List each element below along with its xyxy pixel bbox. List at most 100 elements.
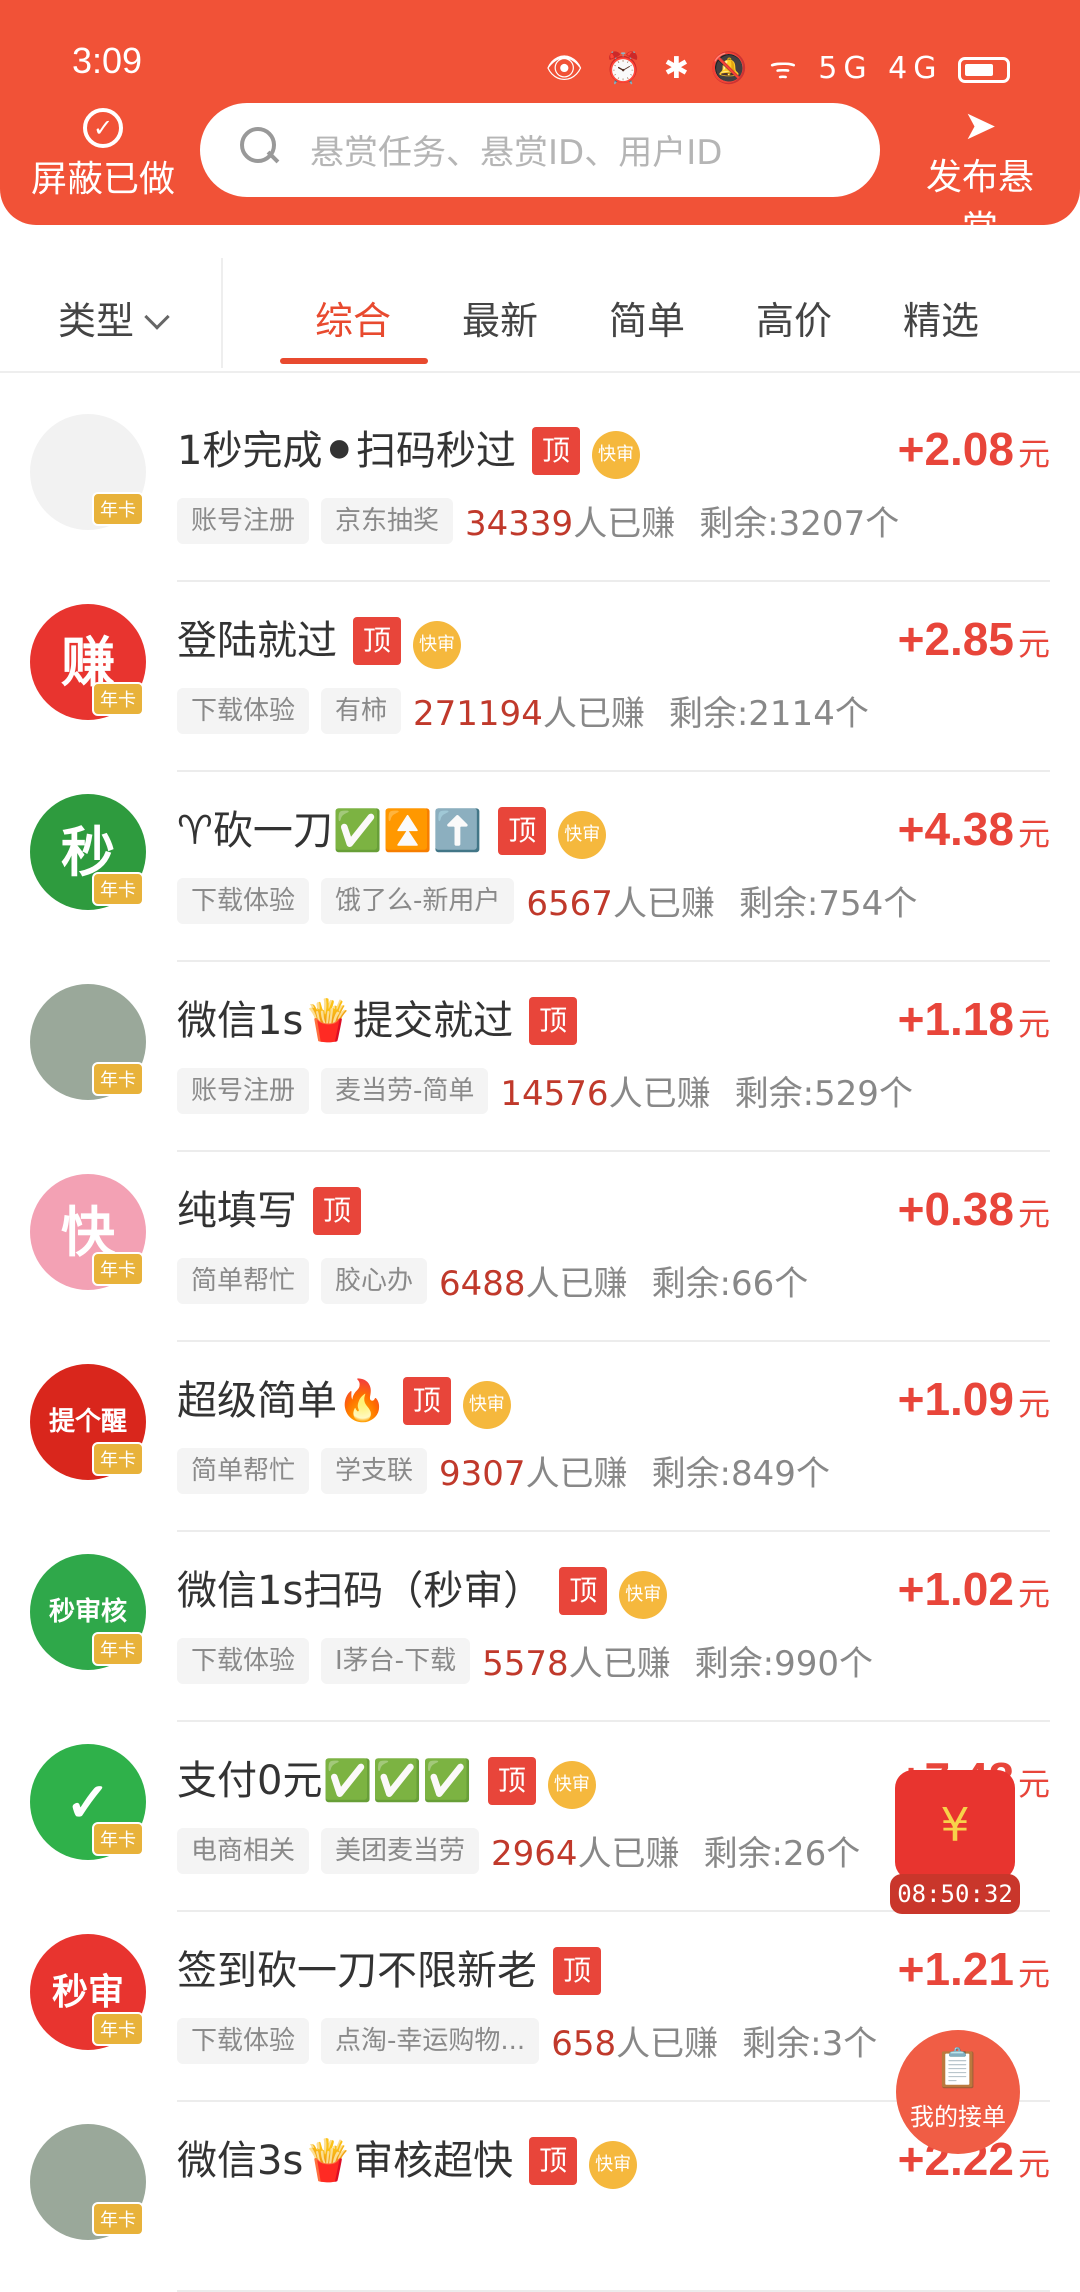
task-meta: 下载体验 有柿 271194人已赚 剩余:2114个 xyxy=(177,686,869,735)
my-orders-button[interactable]: 📋 我的接单 xyxy=(896,2030,1020,2154)
task-row[interactable]: 秒审核 年卡 微信1s扫码（秒审） 顶快审 +1.02 元 下载体验 I茅台-下载 55… xyxy=(0,1532,1080,1722)
task-title-text: 签到砍一刀不限新老 xyxy=(177,1948,537,1994)
tab-featured[interactable]: 精选 xyxy=(903,290,979,345)
task-row[interactable]: 快 年卡 纯填写顶 +0.38 元 简单帮忙 胶心办 6488人已赚 剩余:66个 xyxy=(0,1152,1080,1342)
remaining-count: 剩余:849个 xyxy=(652,1454,830,1494)
earned-count: 2964人已赚 xyxy=(491,1834,680,1874)
category-chip: 下载体验 xyxy=(177,687,310,734)
remain-prefix: 剩余: xyxy=(742,2024,822,2064)
task-row[interactable]: 年卡 微信1s🍟提交就过顶 +1.18 元 账号注册 麦当劳-简单 14576人已赚剩… xyxy=(0,962,1080,1152)
pinned-badge: 顶 xyxy=(313,1187,361,1235)
reward-amount: +0.38 xyxy=(897,1183,1014,1235)
fast-review-badge: 快审 xyxy=(413,621,461,669)
task-title-text: 纯填写 xyxy=(177,1188,297,1234)
fast-review-badge: 快审 xyxy=(462,1381,511,1429)
category-chip: 账号注册 xyxy=(177,1067,310,1114)
remain-number: 3 xyxy=(821,2024,844,2064)
remain-prefix: 剩余: xyxy=(668,694,749,734)
app-chip: 美团麦当劳 xyxy=(321,1827,480,1874)
avatar-text: 秒审 xyxy=(51,1971,124,2013)
annual-card-badge: 年卡 xyxy=(92,492,144,526)
remain-prefix: 剩余: xyxy=(699,504,779,544)
currency-unit: 元 xyxy=(1017,1006,1050,1042)
remain-prefix: 剩余: xyxy=(734,1074,815,1114)
remaining-count: 剩余:26个 xyxy=(704,1834,861,1874)
check-circle-icon: ✓ xyxy=(83,108,123,148)
annual-card-badge: 年卡 xyxy=(92,2202,144,2236)
top-header: 3:09 👁 ⏰ ✱ 🔕 ᯤ 5G 4G ✓ 屏蔽已做 悬赏任务、悬赏ID、用户… xyxy=(0,0,1080,250)
task-title: 微信1s扫码（秒审） 顶快审 xyxy=(177,1558,668,1619)
currency-unit: 元 xyxy=(1017,1766,1050,1802)
task-title-text: 1秒完成⚫扫码秒过 xyxy=(177,428,516,474)
remain-suffix: 个 xyxy=(838,1644,873,1684)
currency-unit: 元 xyxy=(1017,2146,1050,2182)
status-icon-group: 👁 ⏰ ✱ 🔕 ᯤ 5G 4G xyxy=(545,51,943,86)
earned-suffix: 人已赚 xyxy=(577,1834,680,1874)
category-chip: 简单帮忙 xyxy=(177,1447,310,1494)
earned-number: 5578 xyxy=(482,1644,569,1684)
currency-unit: 元 xyxy=(1017,1196,1050,1232)
currency-unit: 元 xyxy=(1017,1956,1050,1992)
earned-number: 34339 xyxy=(465,504,574,544)
my-orders-label: 我的接单 xyxy=(910,2103,1006,2131)
active-tab-underline xyxy=(280,358,428,364)
earned-count: 6488人已赚 xyxy=(439,1264,628,1304)
task-reward: +1.09 元 xyxy=(898,1372,1050,1426)
tab-latest[interactable]: 最新 xyxy=(462,290,538,345)
task-row[interactable]: 秒 年卡 ♈砍一刀✅⏫⬆️ 顶快审 +4.38 元 下载体验 饿了么-新用户 6567人… xyxy=(0,772,1080,962)
pinned-badge: 顶 xyxy=(529,997,578,1045)
app-chip: 学支联 xyxy=(321,1447,428,1494)
remain-suffix: 个 xyxy=(826,1834,861,1874)
task-title-text: 超级简单🔥 xyxy=(177,1378,387,1424)
earned-number: 271194 xyxy=(413,694,543,734)
task-title-text: 微信3s🍟审核超快 xyxy=(177,2138,514,2184)
tab-high-price[interactable]: 高价 xyxy=(756,290,832,345)
task-title: 签到砍一刀不限新老顶 xyxy=(177,1938,601,1996)
task-row[interactable]: 赚 年卡 登陆就过顶快审 +2.85 元 下载体验 有柿 271194人已赚 剩余:21… xyxy=(0,582,1080,772)
task-row[interactable]: 年卡 1秒完成⚫扫码秒过顶快审 +2.08 元 账号注册 京东抽奖 34339人已赚剩… xyxy=(0,392,1080,582)
task-title-text: 支付0元✅✅✅ xyxy=(177,1758,472,1804)
search-input[interactable]: 悬赏任务、悬赏ID、用户ID xyxy=(200,103,880,197)
category-chip: 下载体验 xyxy=(177,1637,310,1684)
earned-number: 14576 xyxy=(500,1074,609,1114)
tab-simple[interactable]: 简单 xyxy=(609,290,685,345)
annual-card-badge: 年卡 xyxy=(92,1822,144,1856)
remain-suffix: 个 xyxy=(878,1074,913,1114)
tab-comprehensive[interactable]: 综合 xyxy=(315,290,391,345)
avatar-text: 提个醒 xyxy=(48,1407,127,1437)
task-meta: 下载体验 点淘-幸运购物... 658人已赚 剩余:3个 xyxy=(177,2016,877,2065)
earned-count: 658人已赚 xyxy=(551,2024,718,2064)
currency-unit: 元 xyxy=(1017,816,1050,852)
task-row[interactable]: 提个醒 年卡 超级简单🔥 顶快审 +1.09 元 简单帮忙 学支联 9307人已赚 剩余:… xyxy=(0,1342,1080,1532)
pinned-badge: 顶 xyxy=(498,807,547,855)
publish-bounty-button[interactable]: ➤ 发布悬赏 xyxy=(910,104,1050,252)
task-title: 支付0元✅✅✅ 顶快审 xyxy=(177,1748,596,1809)
task-reward: +1.18 元 xyxy=(898,992,1050,1046)
app-chip: 胶心办 xyxy=(321,1257,428,1304)
earned-number: 2964 xyxy=(491,1834,578,1874)
task-title-text: 微信1s扫码（秒审） xyxy=(177,1568,544,1614)
reward-amount: +2.08 xyxy=(897,423,1014,475)
task-reward: +2.85 元 xyxy=(898,612,1050,666)
task-title-text: 微信1s🍟提交就过 xyxy=(177,998,514,1044)
reward-amount: +1.09 xyxy=(897,1373,1014,1425)
type-dropdown[interactable]: 类型 xyxy=(58,290,170,345)
remain-number: 849 xyxy=(731,1454,796,1494)
task-list: 年卡 1秒完成⚫扫码秒过顶快审 +2.08 元 账号注册 京东抽奖 34339人已赚剩… xyxy=(0,392,1080,2292)
status-time: 3:09 xyxy=(72,40,143,81)
task-title: 纯填写顶 xyxy=(177,1178,361,1236)
earned-number: 9307 xyxy=(439,1454,526,1494)
remain-number: 26 xyxy=(783,1834,827,1874)
remain-suffix: 个 xyxy=(843,2024,878,2064)
paper-plane-icon: ➤ xyxy=(963,103,997,149)
hide-done-button[interactable]: ✓ 屏蔽已做 xyxy=(28,108,178,202)
reward-amount: +2.85 xyxy=(897,613,1014,665)
remaining-count: 剩余:2114个 xyxy=(669,694,869,734)
task-title: 1秒完成⚫扫码秒过顶快审 xyxy=(177,418,640,479)
red-envelope-widget[interactable]: ¥ 08:50:32 xyxy=(890,1770,1020,1920)
battery-icon xyxy=(958,56,1010,83)
task-reward: +1.21 元 xyxy=(898,1942,1050,1996)
filter-bar: 类型 综合 最新 简单 高价 精选 xyxy=(0,258,1080,373)
app-chip: I茅台-下载 xyxy=(321,1637,471,1684)
pinned-badge: 顶 xyxy=(529,2137,578,2185)
